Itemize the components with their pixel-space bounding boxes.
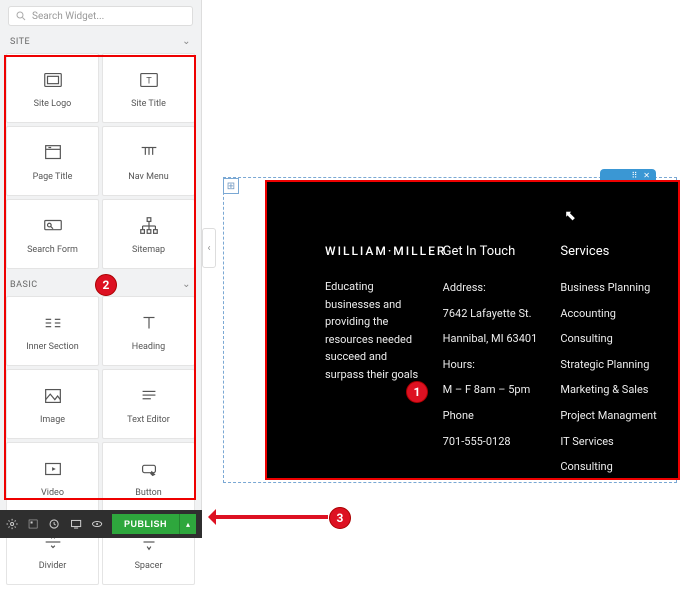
heading-icon [136, 310, 162, 336]
nav-menu-icon [136, 140, 162, 166]
sitemap-icon [136, 213, 162, 239]
hours-label: Hours: [443, 356, 543, 374]
chevron-down-icon: ⌄ [182, 36, 191, 47]
widgets-panel: Search Widget... SITE ⌄ Site Logo T Site… [0, 0, 202, 538]
drag-icon[interactable]: ⠿ [631, 171, 637, 180]
panel-bottom-bar: PUBLISH ▴ [0, 510, 202, 538]
svg-text:T: T [146, 77, 152, 87]
service-item: Project Managment [560, 407, 660, 425]
footer-column-contact: Get In Touch Address: 7642 Lafayette St.… [443, 244, 543, 484]
image-icon [40, 383, 66, 409]
phone-label: Phone [443, 407, 543, 425]
widget-label: Text Editor [127, 415, 170, 425]
section-handle[interactable]: ⊞ [223, 178, 239, 194]
widget-label: Sitemap [132, 245, 165, 255]
widget-search-form[interactable]: Search Form [6, 199, 99, 269]
widget-label: Site Logo [34, 99, 72, 109]
footer-brand: WILLIAM·MILLER [325, 244, 425, 258]
navigator-icon[interactable] [27, 517, 39, 531]
widget-video[interactable]: Video [6, 442, 99, 512]
settings-icon[interactable] [6, 517, 18, 531]
widget-text-editor[interactable]: Text Editor [102, 369, 195, 439]
page-title-icon [40, 140, 66, 166]
search-icon [15, 10, 27, 22]
search-placeholder: Search Widget... [32, 11, 104, 22]
category-site[interactable]: SITE ⌄ [0, 30, 201, 53]
service-item: Business Planning [560, 279, 660, 297]
button-icon [136, 456, 162, 482]
category-basic[interactable]: BASIC ⌄ [0, 273, 201, 296]
video-icon [40, 456, 66, 482]
footer-touch-title: Get In Touch [443, 244, 543, 259]
search-form-icon [40, 213, 66, 239]
publish-button[interactable]: PUBLISH [112, 514, 179, 534]
hours-value: M – F 8am – 5pm [443, 381, 543, 399]
widget-label: Divider [39, 561, 67, 571]
collapse-panel-handle[interactable]: ‹ [202, 228, 216, 268]
editor-canvas: ‹ ⊞ ⠿ ✕ ⬉ WILLIAM·MILLER Educating busin… [209, 0, 690, 538]
footer-services-title: Services [560, 244, 660, 259]
widget-button[interactable]: Button [102, 442, 195, 512]
responsive-icon[interactable] [70, 517, 82, 531]
footer-section[interactable]: ⬉ WILLIAM·MILLER Educating businesses an… [265, 180, 680, 480]
widget-label: Inner Section [26, 342, 79, 352]
widgets-basic-grid: Inner Section Heading Image Text Editor … [0, 296, 201, 589]
publish-options-button[interactable]: ▴ [179, 514, 196, 534]
widget-label: Nav Menu [128, 172, 168, 182]
annotation-arrow [210, 515, 328, 519]
widget-page-title[interactable]: Page Title [6, 126, 99, 196]
widget-label: Page Title [33, 172, 73, 182]
site-logo-icon [40, 67, 66, 93]
widget-image[interactable]: Image [6, 369, 99, 439]
footer-tagline: Educating businesses and providing the r… [325, 278, 425, 384]
widgets-site-grid: Site Logo T Site Title Page Title Nav Me… [0, 53, 201, 273]
widget-sitemap[interactable]: Sitemap [102, 199, 195, 269]
widget-nav-menu[interactable]: Nav Menu [102, 126, 195, 196]
chevron-down-icon: ⌄ [182, 279, 191, 290]
widget-label: Heading [132, 342, 165, 352]
widget-label: Spacer [135, 561, 163, 571]
service-item: Consulting [560, 330, 660, 348]
address-label: Address: [443, 279, 543, 297]
widget-heading[interactable]: Heading [102, 296, 195, 366]
category-site-label: SITE [10, 37, 30, 47]
service-item: IT Services [560, 433, 660, 451]
widget-label: Button [135, 488, 161, 498]
service-item: Strategic Planning [560, 356, 660, 374]
close-icon[interactable]: ✕ [643, 171, 650, 180]
service-item: Marketing & Sales [560, 381, 660, 399]
phone-value: 701-555-0128 [443, 433, 543, 451]
preview-icon[interactable] [91, 517, 103, 531]
service-item: Accounting [560, 305, 660, 323]
category-basic-label: BASIC [10, 280, 38, 290]
site-title-icon: T [136, 67, 162, 93]
history-icon[interactable] [48, 517, 60, 531]
widget-inner-section[interactable]: Inner Section [6, 296, 99, 366]
footer-column-brand: WILLIAM·MILLER Educating businesses and … [325, 244, 425, 484]
search-widget-input[interactable]: Search Widget... [8, 6, 193, 26]
address-line1: 7642 Lafayette St. [443, 305, 543, 323]
widget-site-logo[interactable]: Site Logo [6, 53, 99, 123]
address-line2: Hannibal, MI 63401 [443, 330, 543, 348]
inner-section-icon [40, 310, 66, 336]
service-item: Consulting [560, 458, 660, 476]
cursor-icon: ⬉ [564, 208, 576, 224]
widget-label: Site Title [131, 99, 166, 109]
widget-label: Image [40, 415, 65, 425]
widget-label: Video [41, 488, 64, 498]
widget-label: Search Form [27, 245, 78, 255]
text-editor-icon [136, 383, 162, 409]
footer-column-services: Services Business Planning Accounting Co… [560, 244, 660, 484]
footer-services-list: Business Planning Accounting Consulting … [560, 279, 660, 476]
widget-site-title[interactable]: T Site Title [102, 53, 195, 123]
